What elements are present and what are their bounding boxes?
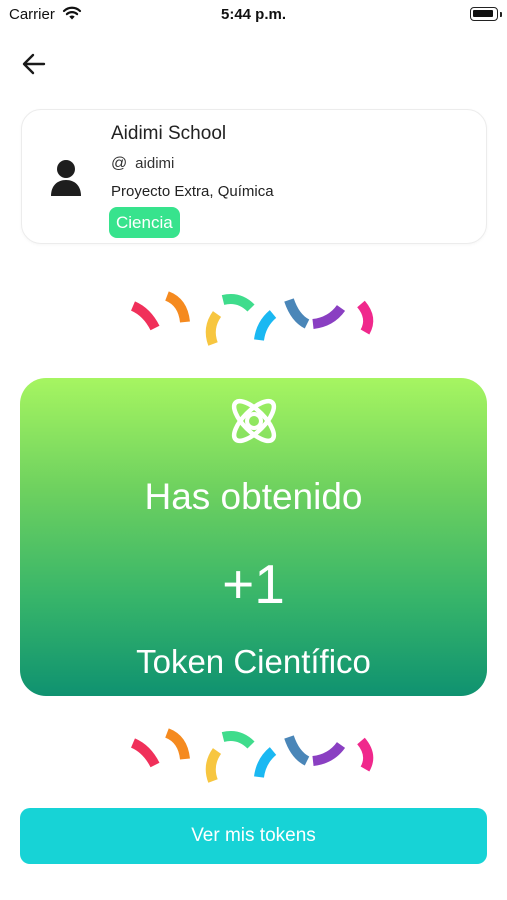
back-button[interactable] bbox=[18, 48, 52, 80]
atom-icon bbox=[231, 398, 277, 444]
confetti-bottom bbox=[130, 728, 374, 783]
confetti-piece bbox=[205, 748, 222, 783]
at-icon: @ bbox=[111, 155, 128, 172]
status-bar: Carrier 5:44 p.m. bbox=[0, 0, 507, 28]
confetti-piece bbox=[164, 728, 190, 760]
confetti-piece bbox=[312, 304, 346, 329]
confetti-piece bbox=[130, 301, 160, 331]
reward-amount: +1 bbox=[222, 553, 285, 615]
confetti-piece bbox=[205, 311, 222, 346]
battery-icon bbox=[470, 7, 502, 21]
school-name: Aidimi School bbox=[111, 123, 227, 144]
arrow-left-icon bbox=[22, 53, 46, 75]
handle-row: @ aidimi bbox=[111, 155, 174, 173]
confetti-piece bbox=[221, 731, 255, 749]
confetti-piece bbox=[284, 298, 310, 329]
confetti-piece bbox=[221, 294, 255, 312]
confetti-piece bbox=[357, 737, 374, 772]
category-badge: Ciencia bbox=[109, 207, 180, 238]
confetti-top bbox=[130, 291, 374, 346]
status-time: 5:44 p.m. bbox=[220, 6, 287, 23]
confetti-piece bbox=[254, 310, 277, 341]
confetti-piece bbox=[312, 741, 346, 766]
confetti-piece bbox=[254, 747, 277, 778]
confetti-piece bbox=[357, 300, 374, 335]
reward-token-name: Token Científico bbox=[136, 643, 371, 680]
confetti-piece bbox=[130, 738, 160, 768]
confetti-piece bbox=[164, 291, 190, 323]
confetti-piece bbox=[284, 735, 310, 766]
view-tokens-button[interactable]: Ver mis tokens bbox=[20, 808, 487, 864]
handle-text: aidimi bbox=[135, 155, 175, 172]
reward-title: Has obtenido bbox=[144, 476, 363, 517]
user-avatar-icon bbox=[51, 160, 81, 196]
profile-card bbox=[21, 109, 487, 244]
project-label: Proyecto Extra, Química bbox=[111, 183, 274, 200]
